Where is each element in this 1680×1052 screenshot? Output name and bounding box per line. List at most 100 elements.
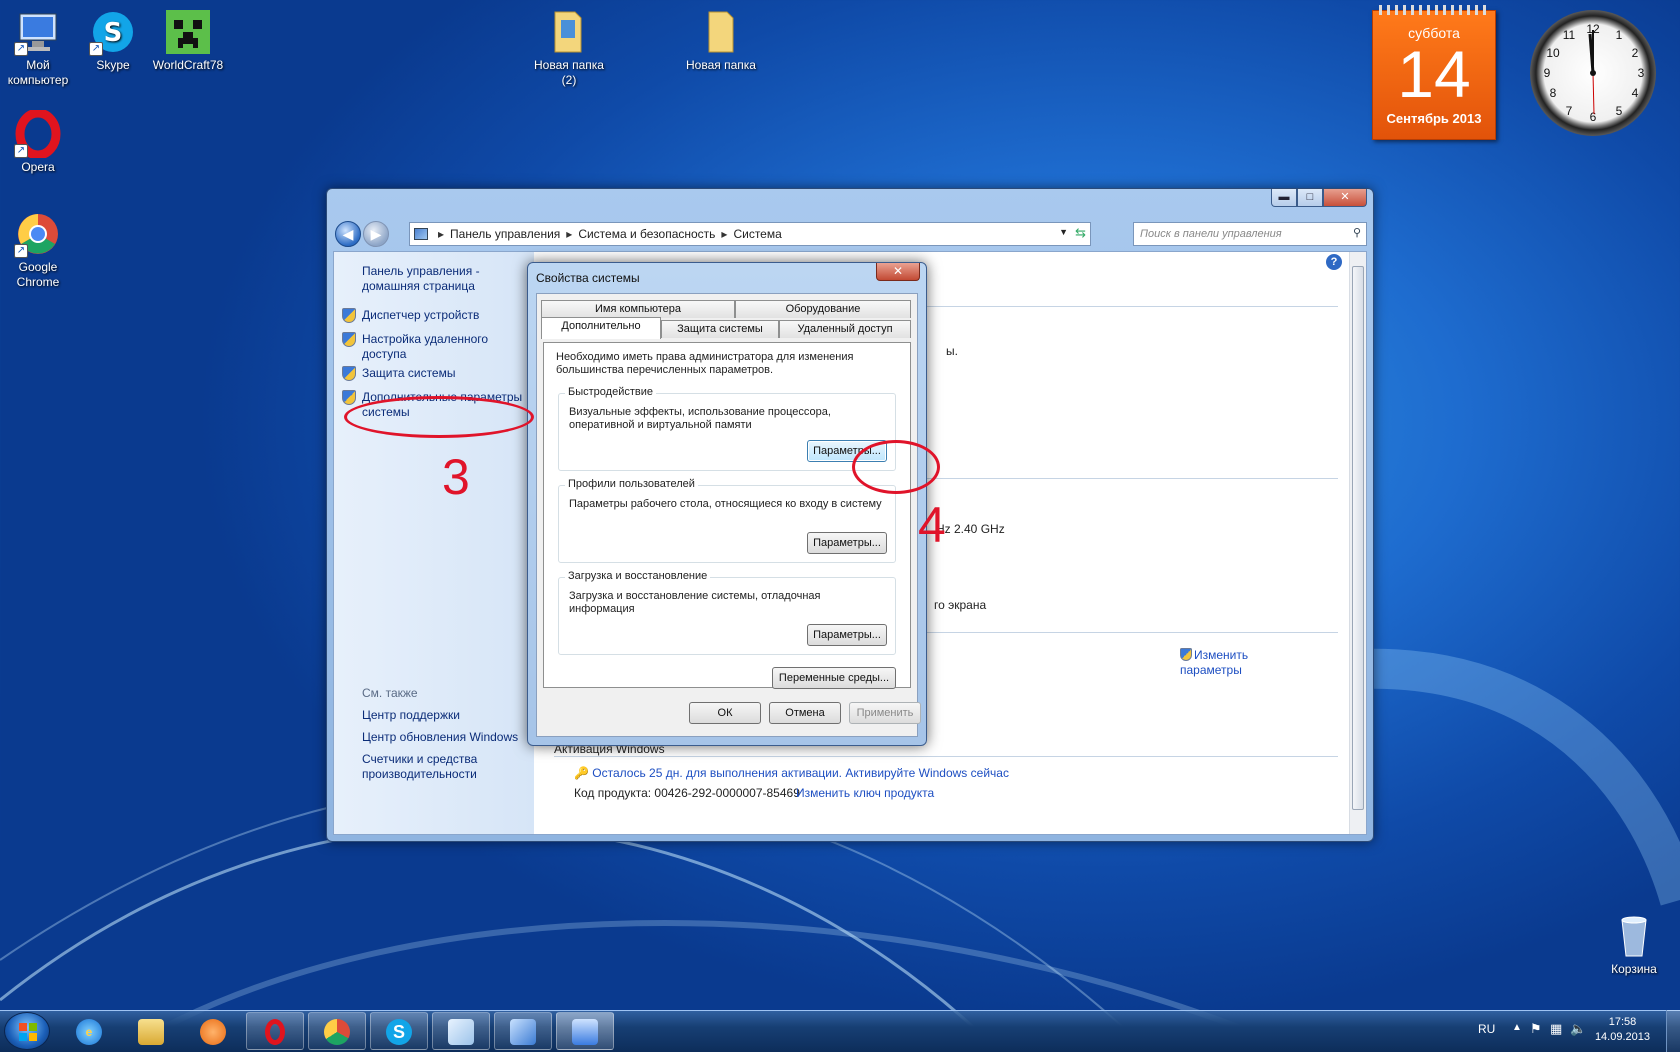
tab-advanced[interactable]: Дополнительно xyxy=(541,317,661,339)
computer-icon xyxy=(572,1019,598,1045)
taskbar-media-player[interactable] xyxy=(184,1012,242,1050)
activation-link[interactable]: 🔑 Осталось 25 дн. для выполнения активац… xyxy=(574,766,1009,780)
uac-shield-icon xyxy=(342,332,356,347)
desktop-icon-worldcraft[interactable]: WorldCraft78 xyxy=(148,8,228,73)
taskbar-explorer[interactable] xyxy=(122,1012,180,1050)
group-title: Профили пользователей xyxy=(565,478,698,490)
uac-shield-icon xyxy=(1180,648,1192,661)
breadcrumb-item[interactable]: Система и безопасность xyxy=(578,227,715,241)
help-icon[interactable]: ? xyxy=(1326,254,1342,270)
change-key-link[interactable]: Изменить ключ продукта xyxy=(796,786,934,800)
desktop-icon-skype[interactable]: S ↗ Skype xyxy=(73,8,153,73)
show-hidden-icons-chevron-icon[interactable]: ▲ xyxy=(1512,1022,1522,1033)
tab-system-protection[interactable]: Защита системы xyxy=(661,320,779,338)
vertical-scrollbar[interactable] xyxy=(1349,252,1366,834)
link-label: Диспетчер устройств xyxy=(362,308,480,322)
link-label: Осталось 25 дн. для выполнения активации… xyxy=(592,766,1009,780)
control-panel-home-link[interactable]: Панель управления - домашняя страница xyxy=(362,264,502,294)
skype-icon: S xyxy=(386,1019,412,1045)
tab-remote[interactable]: Удаленный доступ xyxy=(779,320,911,338)
computer-icon: ↗ xyxy=(14,8,62,56)
taskbar-control-panel[interactable] xyxy=(494,1012,552,1050)
calendar-gadget[interactable]: суббота 14 Сентябрь 2013 xyxy=(1372,5,1496,140)
opera-icon: ↗ xyxy=(14,108,62,160)
apply-button[interactable]: Применить xyxy=(849,702,921,724)
svg-text:S: S xyxy=(104,18,123,48)
desktop-icon-new-folder-2[interactable]: Новая папка (2) xyxy=(529,8,609,88)
close-button[interactable]: ✕ xyxy=(1323,189,1367,207)
desktop-icon-label: Новая папка xyxy=(686,58,756,72)
chevron-down-icon[interactable]: ▼ xyxy=(1059,227,1068,237)
desktop-icon-my-computer[interactable]: ↗ Мой компьютер xyxy=(0,8,78,88)
back-button[interactable]: ◀ xyxy=(335,221,361,247)
control-panel-icon xyxy=(414,228,428,240)
taskbar-opera[interactable] xyxy=(246,1012,304,1050)
link-label: Настройка удаленного доступа xyxy=(362,332,489,361)
desktop-icon-new-folder[interactable]: Новая папка xyxy=(681,8,761,73)
breadcrumb-separator-icon: ▸ xyxy=(566,227,573,241)
dialog-close-button[interactable]: ✕ xyxy=(876,263,920,281)
scrollbar-thumb[interactable] xyxy=(1352,266,1364,810)
device-manager-link[interactable]: Диспетчер устройств xyxy=(342,308,522,323)
divider xyxy=(554,756,1338,757)
language-indicator[interactable]: RU xyxy=(1478,1022,1495,1036)
user-profiles-settings-button[interactable]: Параметры... xyxy=(807,532,887,554)
desktop-icon-label: Opera xyxy=(21,160,55,174)
link-label: Защита системы xyxy=(362,366,456,380)
system-properties-dialog[interactable]: Свойства системы ✕ Имя компьютера Оборуд… xyxy=(527,262,927,746)
ok-button[interactable]: ОК xyxy=(689,702,761,724)
taskbar-ie[interactable]: e xyxy=(60,1012,118,1050)
refresh-icon[interactable]: ⇆ xyxy=(1075,225,1086,241)
group-description: Визуальные эффекты, использование процес… xyxy=(569,406,831,431)
search-placeholder: Поиск в панели управления xyxy=(1140,228,1282,240)
performance-tools-link[interactable]: Счетчики и средства производительности xyxy=(362,752,492,782)
action-center-flag-icon[interactable]: ⚑ xyxy=(1530,1021,1542,1037)
taskbar-skype[interactable]: S xyxy=(370,1012,428,1050)
minimize-button[interactable]: ▬ xyxy=(1271,189,1297,207)
desktop-icon-chrome[interactable]: ↗ Google Chrome xyxy=(0,210,78,290)
search-input[interactable]: Поиск в панели управления ⚲ xyxy=(1133,222,1367,246)
address-bar[interactable]: ▸ Панель управления ▸ Система и безопасн… xyxy=(409,222,1091,246)
media-player-icon xyxy=(200,1019,226,1045)
desktop-icon-label: WorldCraft78 xyxy=(152,58,224,72)
network-icon[interactable]: ▦ xyxy=(1550,1021,1562,1037)
taskbar-clock[interactable]: 17:58 14.09.2013 xyxy=(1595,1015,1650,1045)
startup-recovery-settings-button[interactable]: Параметры... xyxy=(807,624,887,646)
desktop-icon-opera[interactable]: ↗ Opera xyxy=(0,108,78,175)
taskbar: e S RU ▲ ⚑ ▦ 🔈 17:58 14.09.2013 xyxy=(0,1010,1680,1052)
admin-note: Необходимо иметь права администратора дл… xyxy=(556,351,854,376)
tab-hardware[interactable]: Оборудование xyxy=(735,300,911,318)
breadcrumb-separator-icon: ▸ xyxy=(721,227,728,241)
tab-computer-name[interactable]: Имя компьютера xyxy=(541,300,735,318)
notepad-icon xyxy=(448,1019,474,1045)
breadcrumb-item[interactable]: Система xyxy=(733,227,781,241)
desktop-icon-recycle-bin[interactable]: Корзина xyxy=(1594,912,1674,977)
clock-gadget[interactable]: 12 1 2 3 4 5 6 7 8 9 10 11 xyxy=(1530,10,1656,136)
taskbar-chrome[interactable] xyxy=(308,1012,366,1050)
dialog-title: Свойства системы xyxy=(536,271,640,285)
windows-update-link[interactable]: Центр обновления Windows xyxy=(362,730,518,745)
show-desktop-button[interactable] xyxy=(1666,1010,1680,1052)
action-center-link[interactable]: Центр поддержки xyxy=(362,708,460,723)
volume-icon[interactable]: 🔈 xyxy=(1570,1021,1586,1037)
taskbar-system-properties[interactable] xyxy=(556,1012,614,1050)
maximize-button[interactable]: □ xyxy=(1297,189,1323,207)
change-settings-link[interactable]: Изменить параметры xyxy=(1180,648,1270,678)
group-description: Параметры рабочего стола, относящиеся ко… xyxy=(569,498,882,510)
product-key-text: Код продукта: 00426-292-0000007-85469 xyxy=(574,786,800,800)
breadcrumb-item[interactable]: Панель управления xyxy=(450,227,560,241)
system-tray: RU ▲ ⚑ ▦ 🔈 17:58 14.09.2013 xyxy=(1410,1010,1680,1052)
remote-settings-link[interactable]: Настройка удаленного доступа xyxy=(342,332,512,362)
start-button[interactable] xyxy=(4,1012,50,1050)
taskbar-time: 17:58 xyxy=(1608,1016,1637,1028)
calendar-day: 14 xyxy=(1397,37,1471,111)
cancel-button[interactable]: Отмена xyxy=(769,702,841,724)
skype-icon: S ↗ xyxy=(89,8,137,56)
system-protection-link[interactable]: Защита системы xyxy=(342,366,522,381)
chrome-icon xyxy=(324,1019,350,1045)
forward-button[interactable]: ▶ xyxy=(363,221,389,247)
taskbar-notepad[interactable] xyxy=(432,1012,490,1050)
folder-icon xyxy=(138,1019,164,1045)
uac-shield-icon xyxy=(342,366,356,381)
environment-variables-button[interactable]: Переменные среды... xyxy=(772,667,896,689)
